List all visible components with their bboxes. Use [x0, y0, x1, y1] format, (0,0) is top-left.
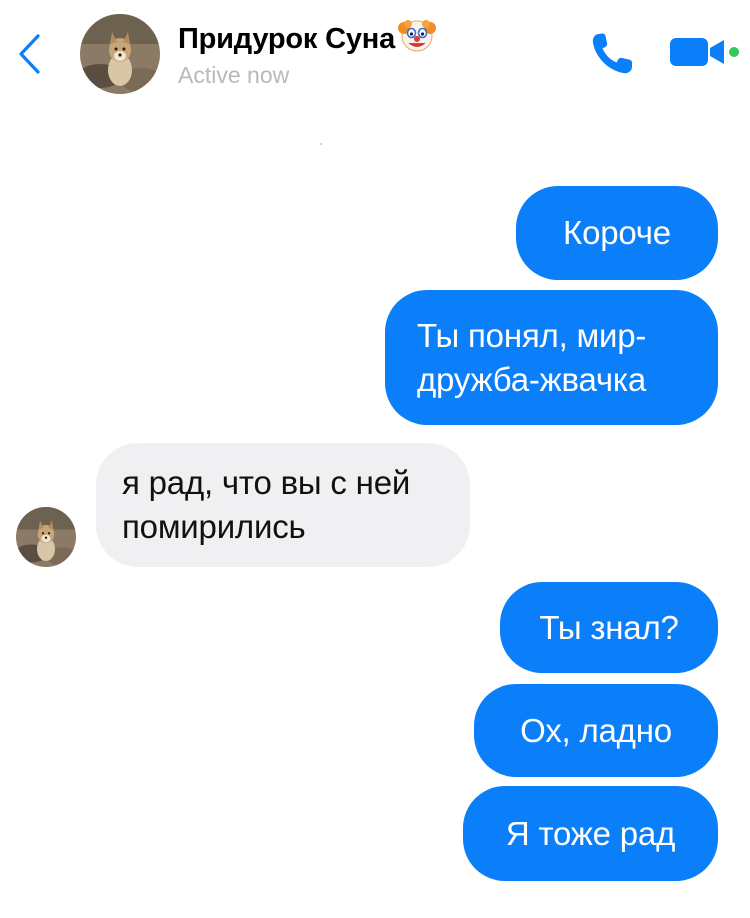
- message-bubble-outgoing[interactable]: Ты понял, мир-дружба-жвачка: [385, 290, 718, 425]
- message-bubble-outgoing[interactable]: Ты знал?: [500, 582, 718, 673]
- clown-face-icon: [398, 20, 437, 52]
- contact-status: Active now: [178, 62, 290, 88]
- message-text: Ты понял, мир-дружба-жвачка: [417, 316, 647, 398]
- video-camera-icon: [670, 38, 739, 66]
- message-bubble-outgoing[interactable]: Короче: [516, 186, 718, 280]
- chevron-left-icon: [19, 34, 40, 74]
- message-bubble-incoming[interactable]: я рад, что вы с ней помирились: [96, 443, 470, 567]
- message-bubble-outgoing[interactable]: Ох, ладно: [474, 684, 718, 777]
- contact-name-text: Придурок Суна: [178, 23, 396, 55]
- divider-dot: [320, 143, 322, 145]
- message-bubble-outgoing[interactable]: Я тоже рад: [463, 786, 718, 881]
- incoming-sender-avatar[interactable]: [16, 507, 76, 567]
- contact-name[interactable]: Придурок Суна: [178, 16, 437, 56]
- video-call-button[interactable]: [668, 34, 742, 70]
- phone-icon: [592, 33, 632, 74]
- message-text: я рад, что вы с ней помирились: [122, 464, 411, 545]
- dog-photo-icon: [80, 14, 160, 94]
- contact-avatar[interactable]: [80, 14, 160, 94]
- message-text: Ты знал?: [539, 608, 679, 646]
- message-text: Я тоже рад: [505, 814, 676, 852]
- online-indicator: [729, 47, 739, 57]
- message-text: Ох, ладно: [520, 711, 672, 749]
- back-button[interactable]: [14, 32, 48, 76]
- audio-call-button[interactable]: [588, 30, 636, 76]
- message-text: Короче: [563, 214, 671, 251]
- dog-photo-icon: [16, 507, 76, 567]
- chat-header: Придурок Суна Active now: [0, 0, 750, 110]
